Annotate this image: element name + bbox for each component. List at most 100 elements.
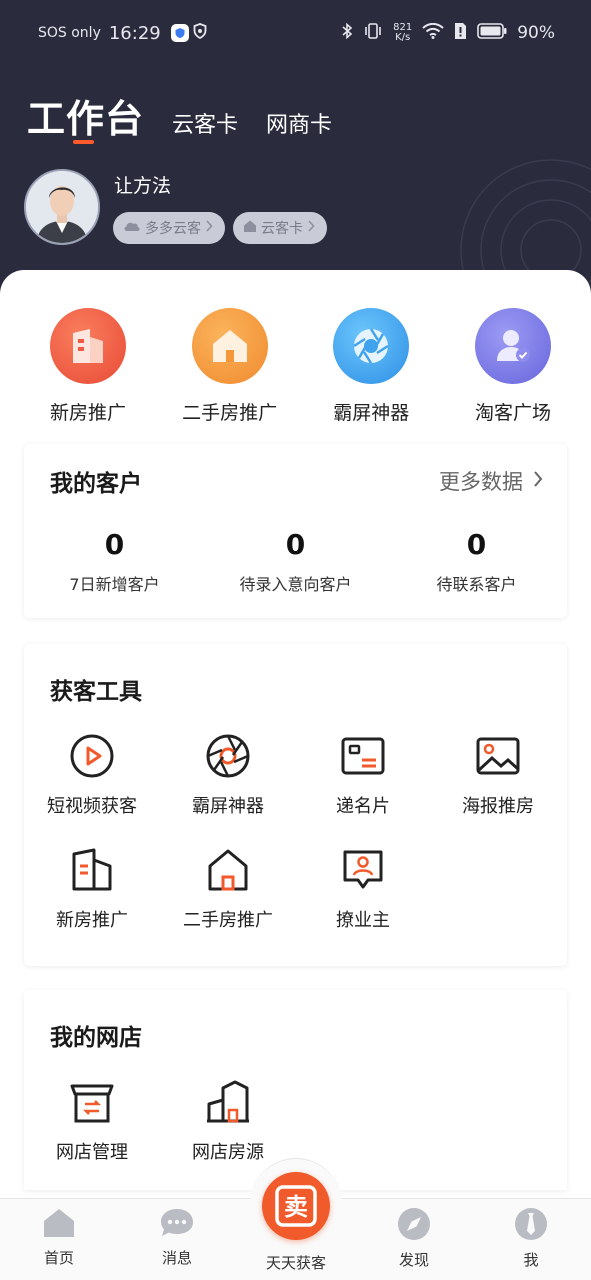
shop-title: 我的网店 [50,1025,142,1051]
tools-title: 获客工具 [50,679,142,705]
aperture-icon [333,308,410,384]
quick-label: 新房推广 [49,402,126,424]
user-verified-icon [474,308,551,384]
chevron-right-icon [205,220,213,236]
header: SOS only 16:29 821 K/s 90% 工作台 云客卡 网商卡 让… [0,0,591,300]
tool-label: 短视频获客 [47,796,137,817]
tool-screen[interactable]: 霸屏神器 [158,732,298,818]
stat-value: 0 [104,528,125,561]
quick-label: 二手房推广 [182,402,278,424]
nav-daily-leads-label: 天天获客 [265,1254,326,1272]
tool-owner-chat[interactable]: 撩业主 [293,846,433,932]
tool-poster[interactable]: 海报推房 [428,732,568,818]
house-icon [204,846,252,894]
battery-percent: 90% [517,23,555,43]
building-icon [50,308,126,384]
buildings-icon [204,1078,252,1126]
nav-label: 首页 [43,1249,74,1267]
shield-status-icon [193,23,207,43]
wifi-icon [422,22,444,43]
aperture-icon [204,732,252,780]
profile-icon [514,1207,548,1245]
quick-taoke-square[interactable]: 淘客广场 [455,308,571,425]
sell-glyph: 卖 [284,1193,308,1221]
tool-label: 网店管理 [56,1142,128,1163]
tool-new-house[interactable]: 新房推广 [22,846,162,932]
active-tab-indicator [73,140,94,144]
quick-label: 霸屏神器 [333,402,410,424]
house-icon [243,219,257,237]
stat-label: 待联系客户 [436,575,517,594]
tool-label: 海报推房 [462,796,534,817]
tab-workbench[interactable]: 工作台 [27,88,144,143]
tool-short-video[interactable]: 短视频获客 [22,732,162,818]
nav-daily-leads-button[interactable]: 卖 [262,1172,330,1240]
chip-label: 云客卡 [261,221,303,237]
shop-icon [68,1078,116,1126]
nav-home[interactable]: 首页 [19,1207,99,1268]
chevron-right-icon [307,220,315,236]
cloud-icon [123,220,141,236]
quick-new-house[interactable]: 新房推广 [30,308,146,425]
bluetooth-icon [341,22,353,44]
vibrate-icon [363,22,383,44]
clock: 16:29 [108,22,161,44]
stat-value: 0 [466,528,487,561]
header-tabs: 工作台 云客卡 网商卡 [27,88,332,143]
chip-cloud-card[interactable]: 云客卡 [233,212,327,244]
tool-label: 递名片 [336,796,390,817]
user-name: 让方法 [114,175,172,197]
more-data-label: 更多数据 [439,470,523,494]
nav-label: 我 [523,1251,539,1269]
chat-user-icon [339,846,387,894]
nav-messages[interactable]: 消息 [137,1207,217,1268]
tool-label: 网店房源 [192,1142,264,1163]
tool-label: 霸屏神器 [192,796,264,817]
nav-discover[interactable]: 发现 [374,1207,454,1270]
net-speed-unit: K/s [395,32,411,43]
customers-title: 我的客户 [50,471,142,497]
stat-pending-contact[interactable]: 0 待联系客户 [386,528,567,595]
home-icon [42,1207,76,1243]
compass-icon [397,1207,431,1245]
card-icon [339,732,387,780]
status-bar: SOS only 16:29 821 K/s 90% [38,20,555,46]
sell-icon: 卖 [275,1185,317,1227]
chevron-right-icon [533,469,543,493]
sim-alert-icon [454,22,467,44]
home-icon [191,308,268,384]
chat-icon [159,1207,195,1243]
stat-new-customers[interactable]: 0 7日新增客户 [24,528,205,595]
security-app-icon [170,24,189,42]
tool-second-hand[interactable]: 二手房推广 [158,846,298,932]
image-icon [474,732,522,780]
nav-label: 发现 [398,1251,429,1269]
stat-label: 7日新增客户 [69,575,160,594]
tool-label: 二手房推广 [183,910,273,931]
nav-label: 消息 [161,1249,192,1267]
stat-label: 待录入意向客户 [239,575,352,594]
tool-business-card[interactable]: 递名片 [293,732,433,818]
chip-label: 多多云客 [145,221,201,237]
tool-label: 新房推广 [56,910,128,931]
stat-value: 0 [285,528,306,561]
carrier-text: SOS only [38,25,101,41]
tab-shop-card[interactable]: 网商卡 [266,107,332,139]
net-speed: 821 K/s [393,23,412,43]
play-circle-icon [68,732,116,780]
shop-manage[interactable]: 网店管理 [22,1078,162,1164]
chip-duoduo-cloud[interactable]: 多多云客 [113,212,225,244]
avatar[interactable] [24,169,100,245]
battery-icon [477,23,507,43]
more-data-link[interactable]: 更多数据 [439,466,543,496]
quick-actions: 新房推广 二手房推广 霸屏神器 淘客广场 [0,308,591,425]
quick-screen-tool[interactable]: 霸屏神器 [313,308,429,425]
tools-card: 获客工具 短视频获客 霸屏神器 递名片 海报推房 新房推广 二手房推广 撩业主 [24,644,567,966]
tab-cloud-card[interactable]: 云客卡 [172,107,238,139]
quick-label: 淘客广场 [474,402,551,424]
nav-me[interactable]: 我 [491,1207,571,1270]
shop-listings[interactable]: 网店房源 [158,1078,298,1164]
customers-card: 我的客户 更多数据 0 7日新增客户 0 待录入意向客户 0 待联系客户 [24,444,567,618]
quick-second-hand[interactable]: 二手房推广 [172,308,288,425]
stat-pending-entry[interactable]: 0 待录入意向客户 [205,528,386,595]
